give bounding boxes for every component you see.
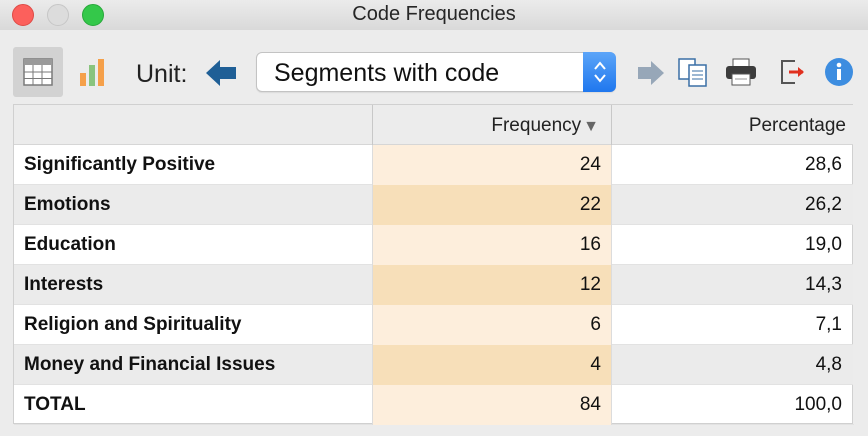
table-row[interactable]: Education 16 19,0 [14, 225, 854, 265]
table-row[interactable]: Money and Financial Issues 4 4,8 [14, 345, 854, 385]
export-icon [781, 60, 804, 84]
previous-unit-button[interactable] [202, 56, 240, 90]
percentage-cell: 4,8 [815, 354, 842, 375]
frequency-cell: 22 [373, 185, 612, 225]
frequency-cell: 24 [373, 145, 612, 185]
code-cell: Significantly Positive [14, 145, 373, 185]
code-cell: Interests [14, 265, 373, 305]
column-header-frequency[interactable]: Frequency ▼ [373, 105, 612, 145]
code-cell: Education [14, 225, 373, 265]
export-button[interactable] [778, 54, 808, 90]
code-cell: TOTAL [14, 385, 373, 425]
frequency-header-label: Frequency [491, 115, 582, 136]
frequency-cell: 4 [373, 345, 612, 385]
unit-select-value: Segments with code [274, 59, 500, 87]
window-title: Code Frequencies [352, 3, 516, 25]
percentage-cell: 100,0 [794, 394, 842, 415]
code-cell: Religion and Spirituality [14, 305, 373, 345]
unit-select[interactable]: Segments with code [256, 52, 616, 92]
frequency-cell: 84 [373, 385, 612, 425]
table-view-icon [23, 58, 53, 86]
table-row[interactable]: Significantly Positive 24 28,6 [14, 145, 854, 185]
chevron-up-down-icon [593, 61, 606, 83]
table-body: Significantly Positive 24 28,6 Emotions … [14, 145, 854, 425]
table-row-total[interactable]: TOTAL 84 100,0 [14, 385, 854, 425]
print-icon [726, 58, 756, 86]
toolbar: Unit: Segments with code [0, 38, 868, 104]
frequency-cell: 12 [373, 265, 612, 305]
percentage-cell: 7,1 [815, 314, 842, 335]
sort-descending-icon: ▼ [583, 118, 599, 135]
table-row[interactable]: Interests 12 14,3 [14, 265, 854, 305]
table-row[interactable]: Religion and Spirituality 6 7,1 [14, 305, 854, 345]
frequency-cell: 16 [373, 225, 612, 265]
column-header-percentage[interactable]: Percentage [612, 105, 854, 145]
percentage-cell: 28,6 [805, 154, 842, 175]
info-icon [825, 58, 853, 86]
arrow-left-icon [206, 60, 236, 86]
select-stepper[interactable] [583, 52, 616, 92]
title-bar: Code Frequencies [0, 0, 868, 30]
info-button[interactable] [822, 54, 856, 90]
table-row[interactable]: Emotions 22 26,2 [14, 185, 854, 225]
frequency-cell: 6 [373, 305, 612, 345]
table-view-button[interactable] [13, 47, 63, 97]
print-button[interactable] [722, 54, 760, 90]
copy-icon [678, 58, 707, 87]
copy-button[interactable] [676, 54, 710, 90]
percentage-cell: 14,3 [805, 274, 842, 295]
frequency-table: Frequency ▼ Percentage Significantly Posi… [13, 104, 854, 425]
code-frequencies-window: Code Frequencies Unit: Segments with cod… [0, 0, 868, 436]
code-cell: Emotions [14, 185, 373, 225]
next-unit-button[interactable] [634, 56, 668, 90]
code-cell: Money and Financial Issues [14, 345, 373, 385]
table-header: Frequency ▼ Percentage [14, 105, 854, 145]
scroll-gutter [853, 104, 868, 424]
percentage-cell: 26,2 [805, 194, 842, 215]
arrow-right-icon [638, 61, 664, 85]
unit-label: Unit: [136, 60, 188, 88]
chart-view-icon [80, 59, 104, 86]
percentage-cell: 19,0 [805, 234, 842, 255]
column-header-code[interactable] [14, 105, 373, 145]
chart-view-button[interactable] [70, 47, 114, 97]
